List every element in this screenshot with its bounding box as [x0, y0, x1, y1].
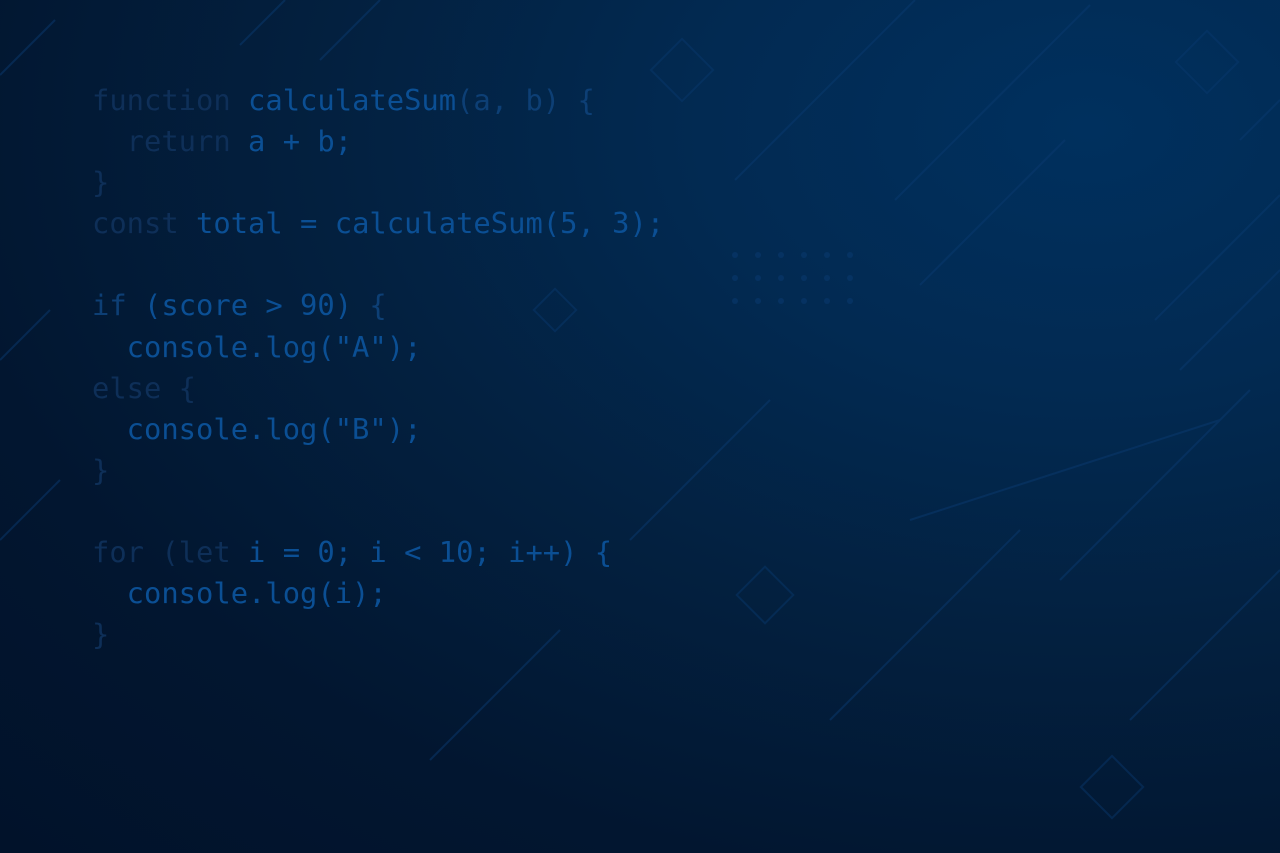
code-token: function [92, 83, 249, 117]
code-token: if [92, 288, 145, 323]
code-line: if (score > 90) { [92, 285, 664, 326]
decorative-dot [824, 252, 830, 258]
code-token: (let [161, 535, 249, 570]
code-line: console.log(i); [92, 573, 664, 614]
code-token: for [92, 535, 162, 570]
code-token: console.log("A"); [92, 329, 422, 364]
code-token: (a, b) { [456, 83, 595, 117]
decorative-dot [824, 298, 830, 304]
decorative-dot [732, 298, 738, 304]
decorative-dot [847, 275, 853, 281]
decorative-dot [755, 298, 761, 304]
code-line: for (let i = 0; i < 10; i++) { [92, 532, 664, 573]
code-token: (score > 90) [144, 288, 370, 323]
code-line: else { [92, 368, 664, 409]
code-line: console.log("A"); [92, 327, 664, 368]
code-line: return a + b; [92, 121, 664, 162]
decorative-dot [824, 275, 830, 281]
decorative-dot [801, 252, 807, 258]
code-line: function calculateSum(a, b) { [92, 80, 664, 121]
code-token: i = 0; i < 10; i++) { [248, 535, 613, 570]
code-token: console.log(i); [92, 576, 387, 611]
code-token: } [92, 165, 110, 200]
code-token: const [92, 206, 197, 241]
decorative-dot [778, 275, 784, 281]
code-line: } [92, 162, 664, 203]
decorative-dot [778, 252, 784, 258]
code-token: console.log("B"); [92, 411, 422, 446]
code-token: return [92, 124, 249, 159]
code-line: console.log("B"); [92, 409, 664, 450]
decorative-dot [755, 252, 761, 258]
code-token: } [92, 452, 110, 487]
code-token: calculateSum [248, 83, 457, 117]
code-token: total = calculateSum(5, 3); [196, 206, 665, 241]
decorative-dot [801, 275, 807, 281]
code-line: } [92, 450, 664, 491]
code-line: const total = calculateSum(5, 3); [92, 203, 664, 244]
decorative-dot [778, 298, 784, 304]
code-token: { [369, 288, 387, 323]
decorative-dot [801, 298, 807, 304]
code-token: else { [92, 370, 197, 405]
code-token: } [92, 617, 110, 652]
decorative-dot [755, 275, 761, 281]
code-line: } [92, 614, 664, 655]
decorative-dot [732, 275, 738, 281]
decorative-dot [732, 252, 738, 258]
decorative-dot [847, 298, 853, 304]
code-snippet: function calculateSum(a, b) { return a +… [92, 80, 664, 655]
code-token: a + b; [248, 124, 353, 159]
decorative-dot [847, 252, 853, 258]
